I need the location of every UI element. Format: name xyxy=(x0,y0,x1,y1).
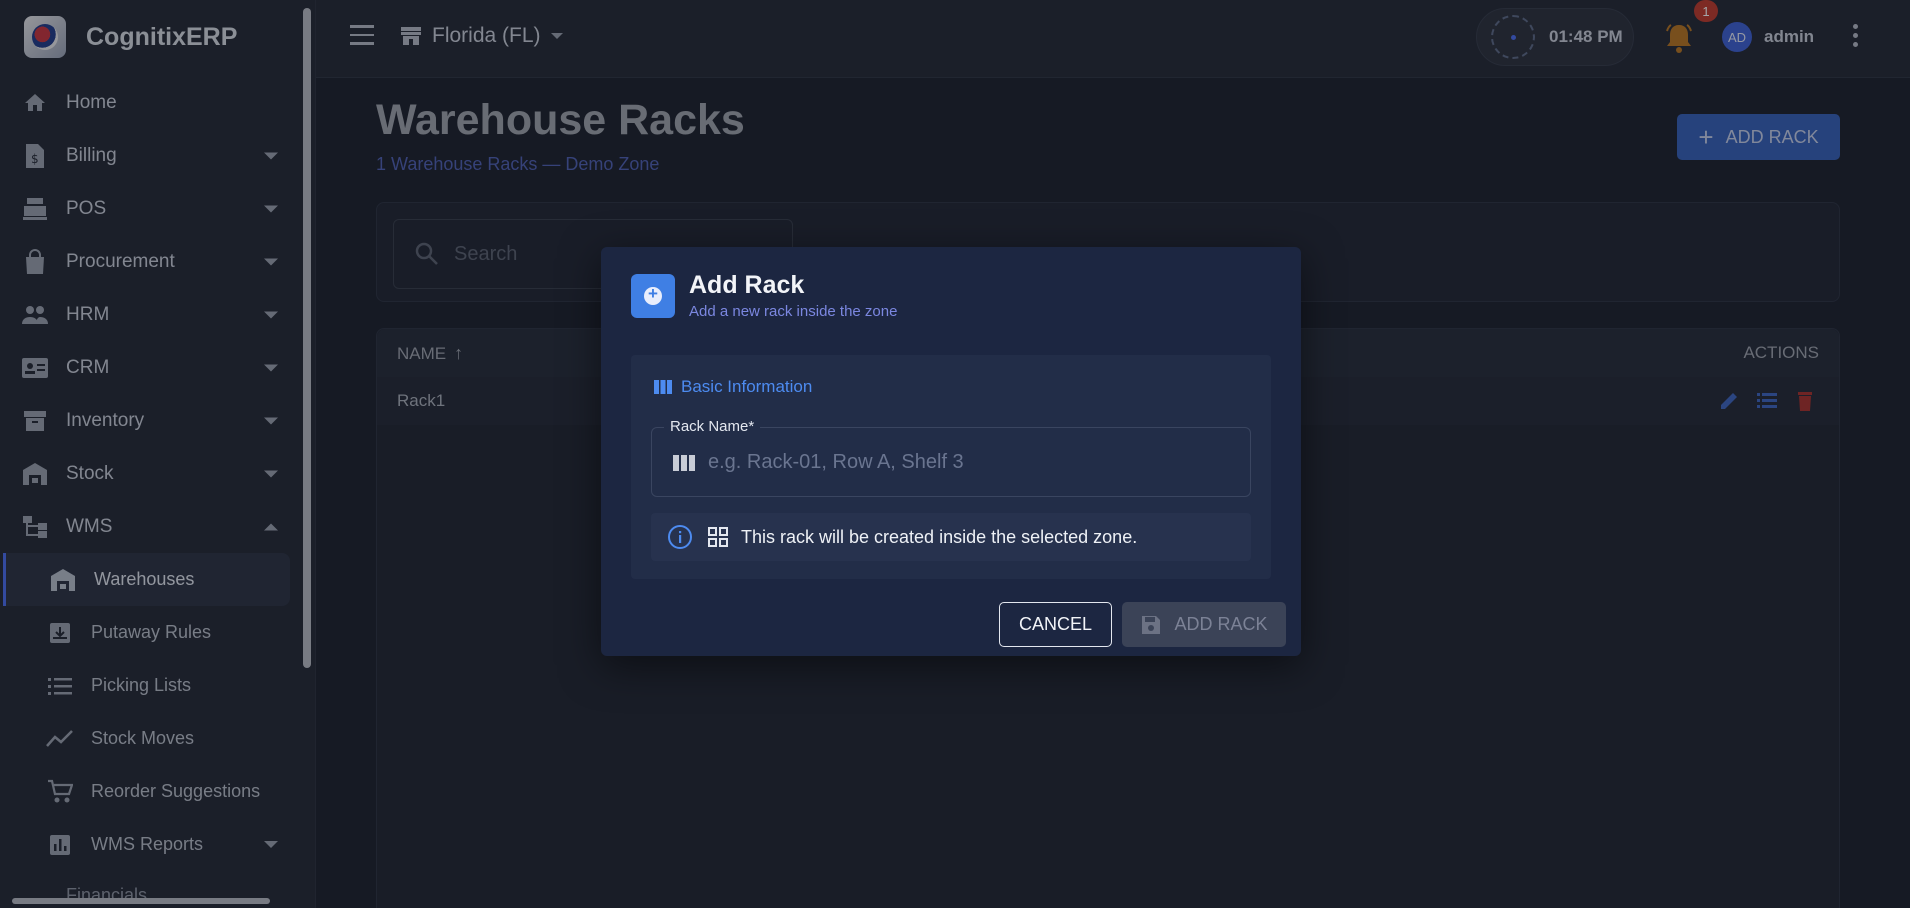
submit-add-rack-label: ADD RACK xyxy=(1174,614,1268,634)
rack-name-field: Rack Name* xyxy=(651,418,1251,497)
grid-icon xyxy=(708,527,728,547)
dialog-title: Add Rack xyxy=(689,271,805,299)
dialog-subtitle: Add a new rack inside the zone xyxy=(689,303,898,320)
info-icon xyxy=(668,525,692,549)
section-title: Basic Information xyxy=(681,377,813,396)
columns-icon xyxy=(654,380,672,394)
section-header: Basic Information xyxy=(653,377,812,397)
info-note-text: This rack will be created inside the sel… xyxy=(741,526,1138,547)
rack-name-input[interactable] xyxy=(708,446,1228,478)
submit-add-rack-button[interactable]: ADD RACK xyxy=(1122,602,1286,647)
columns-icon xyxy=(673,455,695,471)
add-circle-icon xyxy=(631,274,675,318)
save-icon xyxy=(1142,615,1161,634)
info-note: This rack will be created inside the sel… xyxy=(651,513,1251,561)
rack-name-label: Rack Name* xyxy=(664,418,761,435)
basic-information-section: Basic Information Rack Name* This rack w… xyxy=(631,355,1271,579)
cancel-button[interactable]: CANCEL xyxy=(999,602,1112,647)
add-rack-dialog: Add Rack Add a new rack inside the zone … xyxy=(601,247,1301,656)
